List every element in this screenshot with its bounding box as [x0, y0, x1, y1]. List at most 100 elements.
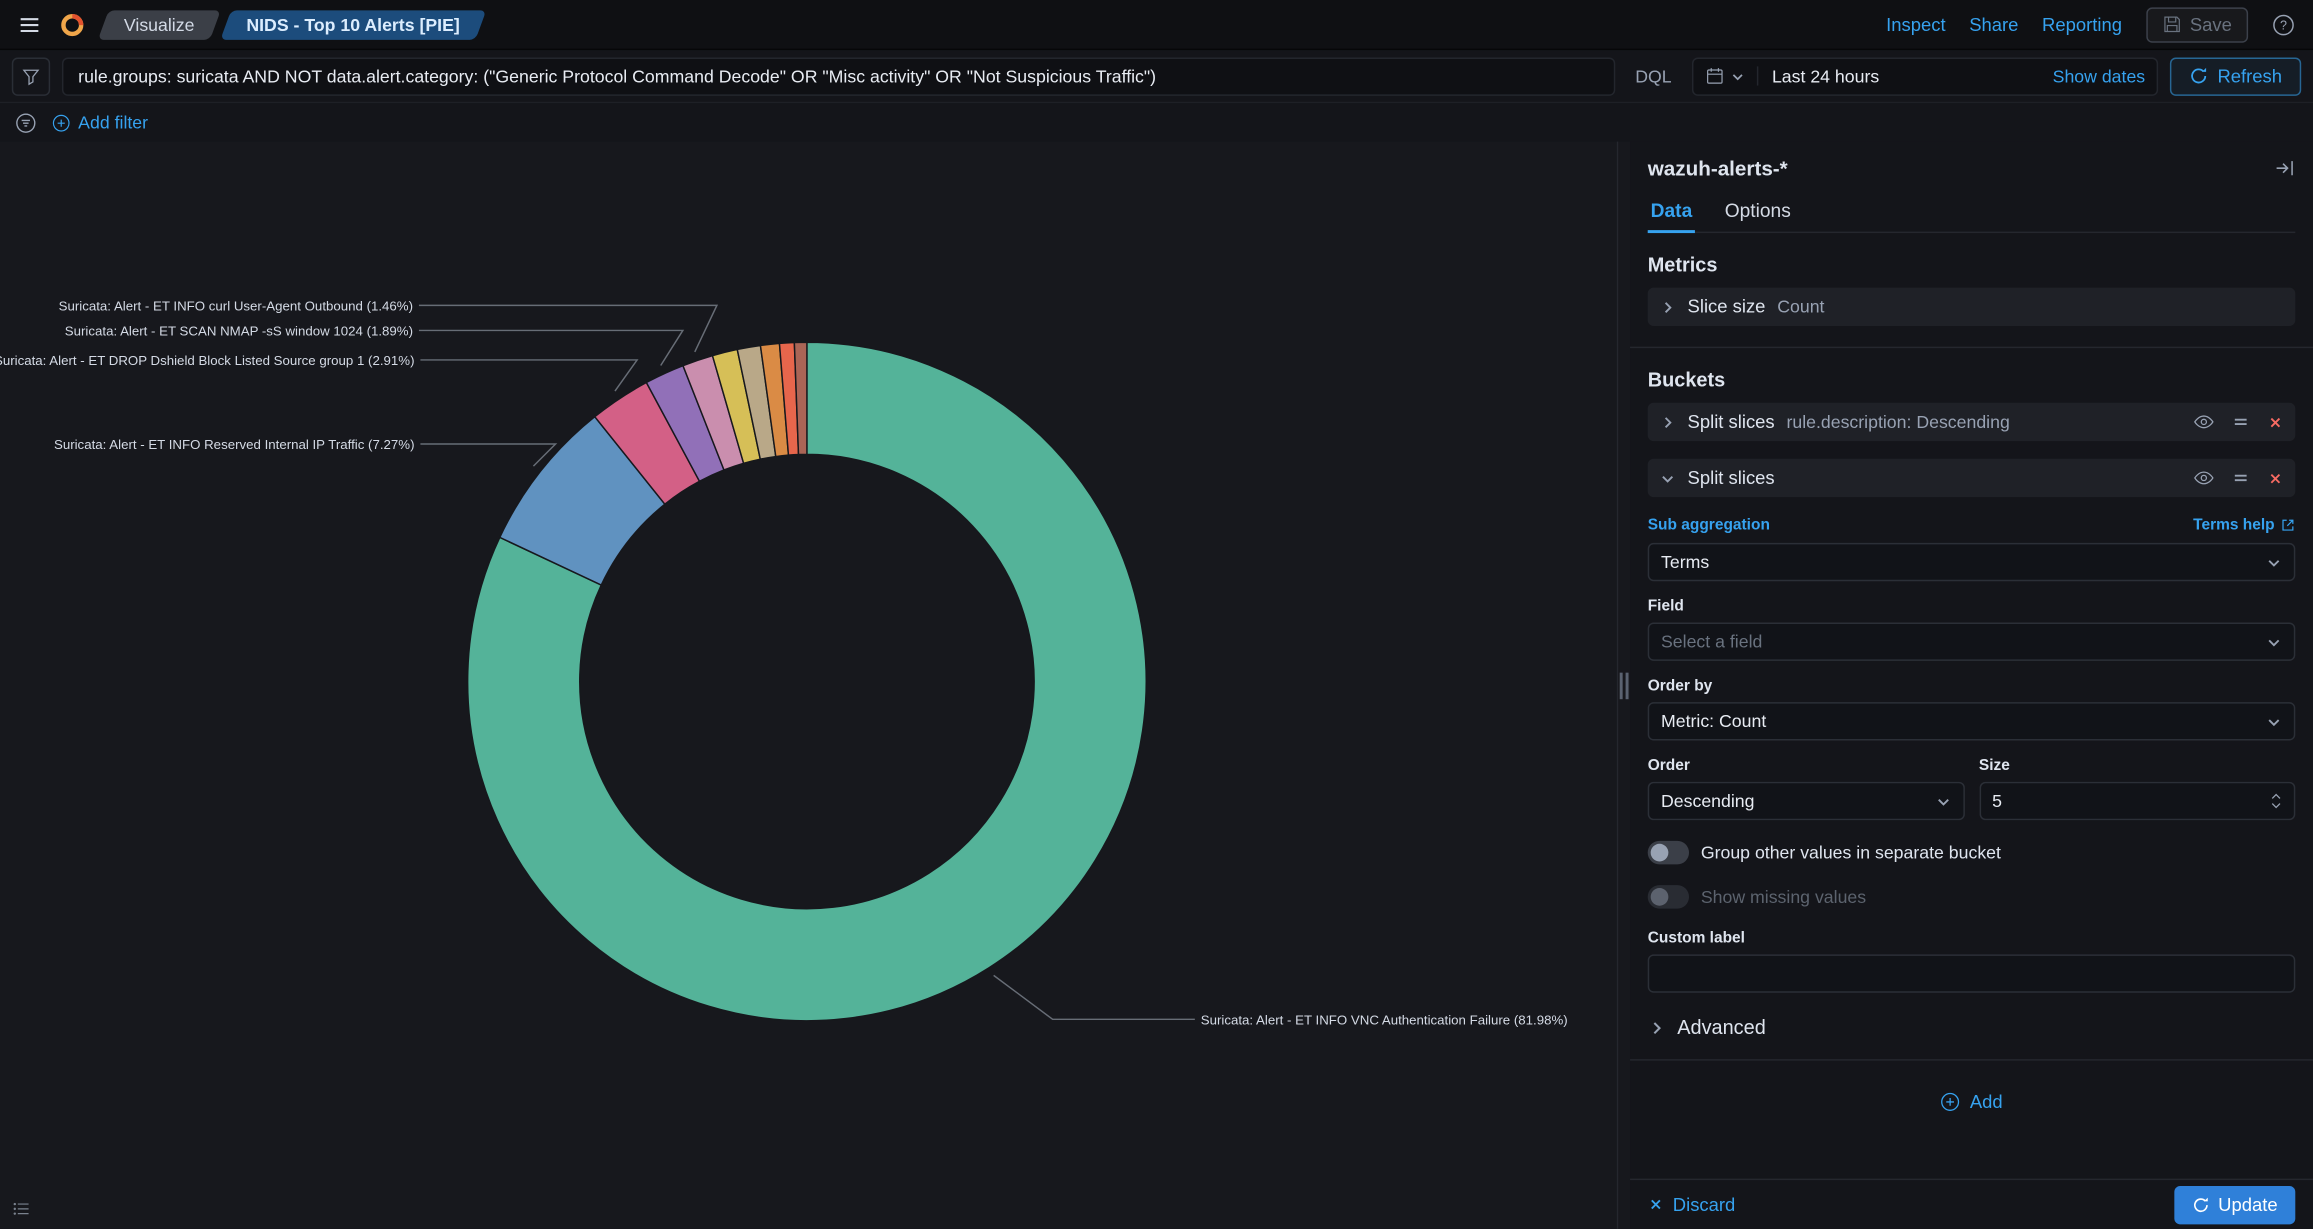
drag-handle-icon[interactable] — [2232, 413, 2250, 431]
collapse-panel-icon[interactable] — [2275, 158, 2296, 179]
inspect-link[interactable]: Inspect — [1886, 14, 1945, 35]
show-dates-link[interactable]: Show dates — [2053, 66, 2146, 87]
sub-aggregation-select[interactable]: Terms — [1648, 543, 2296, 581]
donut-chart: Suricata: Alert - ET INFO curl User-Agen… — [0, 142, 1617, 1229]
metrics-heading: Metrics — [1648, 254, 2296, 276]
svg-text:?: ? — [2280, 18, 2287, 32]
slice-label: Suricata: Alert - ET INFO VNC Authentica… — [1201, 1012, 1568, 1027]
bucket-row-expanded[interactable]: Split slices — [1648, 459, 2296, 497]
field-label: Field — [1648, 597, 2296, 615]
group-other-toggle-row: Group other values in separate bucket — [1648, 841, 2296, 865]
top-navbar: Visualize NIDS - Top 10 Alerts [PIE] Ins… — [0, 0, 2313, 50]
legend-toggle-icon[interactable] — [12, 1199, 31, 1218]
advanced-accordion[interactable]: Advanced — [1648, 1016, 2296, 1038]
breadcrumb-current[interactable]: NIDS - Top 10 Alerts [PIE] — [220, 10, 485, 40]
custom-label-input[interactable] — [1648, 954, 2296, 992]
update-button[interactable]: Update — [2174, 1185, 2295, 1223]
field-select[interactable]: Select a field — [1648, 623, 2296, 661]
time-range[interactable]: Last 24 hours — [1759, 66, 1880, 87]
order-by-label: Order by — [1648, 677, 2296, 695]
drag-handle-icon[interactable] — [2232, 469, 2250, 487]
menu-icon[interactable] — [18, 13, 42, 37]
add-filter-label: Add filter — [78, 112, 148, 133]
sub-aggregation-label: Sub aggregation — [1648, 516, 1770, 534]
size-value-input[interactable] — [1992, 791, 2270, 812]
filter-icon[interactable] — [15, 111, 37, 133]
tab-data[interactable]: Data — [1648, 192, 1695, 233]
slice-label: Suricata: Alert - ET DROP Dshield Block … — [0, 353, 415, 368]
navbar-actions: Inspect Share Reporting Save ? — [1886, 7, 2295, 42]
add-bucket-button[interactable]: Add — [1940, 1092, 2002, 1113]
custom-label-value-input[interactable] — [1661, 963, 2282, 984]
remove-bucket-icon[interactable] — [2267, 470, 2283, 486]
plus-circle-icon — [52, 113, 71, 132]
chevron-down-icon — [2266, 634, 2282, 650]
wazuh-logo[interactable] — [59, 11, 86, 38]
callout-line — [994, 975, 1195, 1019]
query-input[interactable]: rule.groups: suricata AND NOT data.alert… — [62, 57, 1615, 95]
discard-button[interactable]: Discard — [1648, 1194, 1736, 1215]
size-input[interactable] — [1979, 782, 2295, 820]
bucket-row-collapsed[interactable]: Split slices rule.description: Descendin… — [1648, 403, 2296, 441]
slice-label: Suricata: Alert - ET INFO curl User-Agen… — [59, 299, 413, 314]
order-value: Descending — [1661, 791, 1754, 812]
chevron-right-icon — [1660, 414, 1676, 430]
size-label: Size — [1979, 757, 2295, 775]
breadcrumb: Visualize NIDS - Top 10 Alerts [PIE] — [103, 10, 480, 40]
editor-sidebar-footer: Discard Update — [1630, 1179, 2313, 1229]
chevron-down-icon — [2266, 554, 2282, 570]
plus-circle-icon — [1940, 1092, 1961, 1113]
help-icon[interactable]: ? — [2272, 13, 2296, 37]
remove-bucket-icon[interactable] — [2267, 414, 2283, 430]
refresh-icon — [2192, 1196, 2210, 1214]
show-missing-switch[interactable] — [1648, 885, 1689, 909]
add-filter-button[interactable]: Add filter — [52, 112, 148, 133]
refresh-label: Refresh — [2217, 66, 2282, 87]
divider — [1630, 347, 2313, 348]
refresh-button[interactable]: Refresh — [2170, 57, 2301, 95]
callout-line — [420, 444, 555, 466]
bucket-row-value: rule.description: Descending — [1786, 412, 2009, 433]
order-select[interactable]: Descending — [1648, 782, 1964, 820]
chevron-down-icon — [2266, 713, 2282, 729]
metric-row-value: Count — [1777, 297, 1824, 318]
discard-label: Discard — [1673, 1194, 1736, 1215]
order-by-value: Metric: Count — [1661, 711, 1766, 732]
date-quick-select[interactable] — [1706, 66, 1759, 85]
eye-icon[interactable] — [2194, 468, 2215, 489]
field-placeholder: Select a field — [1661, 631, 1762, 652]
calendar-icon — [1706, 66, 1725, 85]
terms-help-link[interactable]: Terms help — [2193, 516, 2295, 534]
group-other-switch[interactable] — [1648, 841, 1689, 865]
sidebar-tabs: Data Options — [1648, 192, 2296, 233]
filter-bar: Add filter — [0, 103, 2313, 141]
eye-icon[interactable] — [2194, 412, 2215, 433]
reporting-link[interactable]: Reporting — [2042, 14, 2122, 35]
metric-row-slice-size[interactable]: Slice size Count — [1648, 288, 2296, 326]
query-bar: rule.groups: suricata AND NOT data.alert… — [0, 50, 2313, 103]
panel-resizer[interactable] — [1617, 142, 1630, 1229]
save-button[interactable]: Save — [2146, 7, 2249, 42]
divider — [1630, 1059, 2313, 1060]
saved-query-icon[interactable] — [12, 57, 50, 95]
breadcrumb-visualize-label: Visualize — [124, 14, 195, 35]
visualization-canvas: Suricata: Alert - ET INFO curl User-Agen… — [0, 142, 1617, 1229]
external-link-icon — [2281, 518, 2296, 533]
query-language-button[interactable]: DQL — [1626, 66, 1680, 87]
order-by-select[interactable]: Metric: Count — [1648, 702, 2296, 740]
breadcrumb-visualize[interactable]: Visualize — [98, 10, 221, 40]
terms-help-label: Terms help — [2193, 516, 2275, 534]
close-icon — [1648, 1196, 1664, 1212]
custom-label-label: Custom label — [1648, 929, 2296, 947]
share-link[interactable]: Share — [1969, 14, 2018, 35]
chevron-down-icon — [1660, 470, 1676, 486]
editor-sidebar: wazuh-alerts-* Data Options Metrics Slic… — [1630, 142, 2313, 1229]
app-root: Visualize NIDS - Top 10 Alerts [PIE] Ins… — [0, 0, 2313, 1229]
group-other-label: Group other values in separate bucket — [1701, 842, 2001, 863]
add-label: Add — [1970, 1092, 2003, 1113]
tab-options[interactable]: Options — [1722, 192, 1794, 232]
stepper-icon[interactable] — [2270, 791, 2282, 812]
buckets-heading: Buckets — [1648, 369, 2296, 391]
editor-sidebar-body: wazuh-alerts-* Data Options Metrics Slic… — [1630, 142, 2313, 1179]
index-pattern-title: wazuh-alerts-* — [1648, 156, 1788, 180]
